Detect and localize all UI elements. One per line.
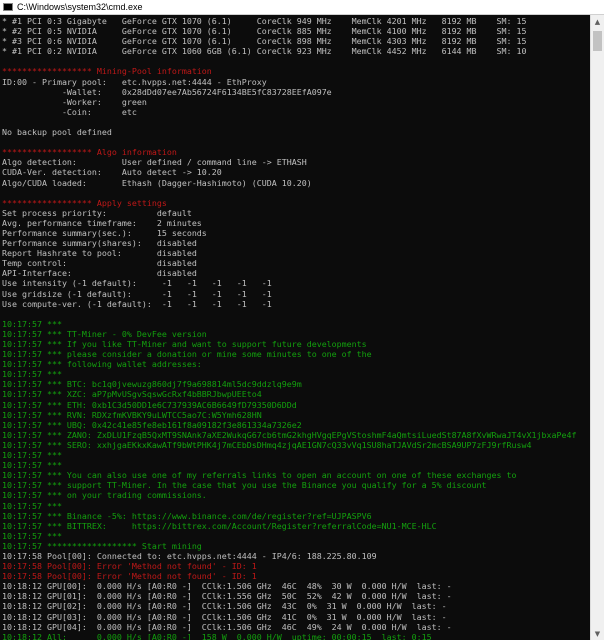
- console-line: 10:17:57 *** Binance -5%: https://www.bi…: [2, 510, 372, 521]
- console-line: 10:17:58 Pool[00]: Error 'Method not fou…: [2, 561, 257, 572]
- console-line: 10:17:57 *** ETH: 0xb1C3d50DD1e6C737939A…: [2, 399, 297, 410]
- window-title: C:\Windows\system32\cmd.exe: [17, 2, 143, 12]
- console-line: Avg. performance timeframe: 2 minutes: [2, 217, 202, 228]
- title-bar[interactable]: C:\Windows\system32\cmd.exe: [0, 0, 604, 15]
- console-line: 10:17:57 *** BITTREX: https://bittrex.co…: [2, 520, 437, 531]
- console-line: Algo detection: User defined / command l…: [2, 157, 307, 168]
- console-line: 10:18:12 All: 0.000 H/s [A0:R0 -] 158 W …: [2, 631, 432, 640]
- console-line: -Wallet: 0x28dDd07ee7Ab56724F6134BE5fC83…: [2, 86, 332, 97]
- console-line: 10:17:57 *** XZC: aP7pMvUSgvSqswGcRxf4bB…: [2, 389, 262, 400]
- console-line: 10:17:57 *** TT-Miner - 0% DevFee versio…: [2, 328, 207, 339]
- console-line: 10:17:57 *** on your trading commissions…: [2, 490, 207, 501]
- vertical-scrollbar[interactable]: ▲ ▼: [590, 15, 604, 640]
- console-line: * #1 PCI 0:2 NVIDIA GeForce GTX 1060 6GB…: [2, 46, 527, 57]
- console-line: Performance summary(shares): disabled: [2, 238, 197, 249]
- console-line: 10:17:57 ***: [2, 530, 62, 541]
- console-line: Temp control: disabled: [2, 258, 197, 269]
- console-line: 10:17:57 ***: [2, 369, 62, 380]
- console-line: * #3 PCI 0:6 NVIDIA GeForce GTX 1070 (6.…: [2, 36, 527, 47]
- console-line: 10:17:57 ***: [2, 460, 62, 471]
- scroll-thumb[interactable]: [593, 31, 602, 51]
- console-line: 10:18:12 GPU[03]: 0.000 H/s [A0:R0 -] CC…: [2, 611, 447, 622]
- console-line: 10:17:57 *** You can also use one of my …: [2, 470, 517, 481]
- console-line: Algo/CUDA loaded: Ethash (Dagger-Hashimo…: [2, 177, 312, 188]
- console-line: -Coin: etc: [2, 106, 137, 117]
- cmd-icon: [3, 3, 13, 11]
- console-line: 10:17:57 ***: [2, 450, 62, 461]
- console-line: ID:00 - Primary pool: etc.hvpps.net:4444…: [2, 76, 267, 87]
- console-line: 10:17:57 *** RVN: RDXzfmKVBKY9uLWTCC5ao7…: [2, 409, 262, 420]
- console-line: 10:17:57 ***: [2, 318, 62, 329]
- console-line: 10:17:57 *** SERO: xxhjgaEKkxKawATf9bWtP…: [2, 439, 532, 450]
- scroll-down-arrow-icon[interactable]: ▼: [591, 627, 604, 640]
- scroll-up-arrow-icon[interactable]: ▲: [591, 15, 604, 28]
- console-line: Use compute-ver. (-1 default): -1 -1 -1 …: [2, 298, 272, 309]
- console-line: Use intensity (-1 default): -1 -1 -1 -1 …: [2, 278, 272, 289]
- console-line: * #1 PCI 0:3 Gigabyte GeForce GTX 1070 (…: [2, 16, 527, 26]
- console-line: * #2 PCI 0:5 NVIDIA GeForce GTX 1070 (6.…: [2, 26, 527, 37]
- console-line: Use gridsize (-1 default): -1 -1 -1 -1 -…: [2, 288, 272, 299]
- console-line: ****************** Apply settings: [2, 197, 167, 208]
- console-line: 10:17:57 *** ZANO: ZxDLU1FzqB5QxMT9SNAnk…: [2, 429, 577, 440]
- console-line: 10:17:57 ***: [2, 500, 62, 511]
- cmd-window: C:\Windows\system32\cmd.exe * #1 PCI 0:3…: [0, 0, 604, 640]
- console-line: 10:18:12 GPU[00]: 0.000 H/s [A0:R0 -] CC…: [2, 581, 452, 592]
- console-line: 10:17:57 ****************** Start mining: [2, 540, 202, 551]
- console-line: 10:17:57 *** please consider a donation …: [2, 349, 372, 360]
- console-line: API-Interface: disabled: [2, 268, 197, 279]
- console-line: CUDA-Ver. detection: Auto detect -> 10.2…: [2, 167, 222, 178]
- console-line: 10:17:57 *** BTC: bc1q0jvewuzg860dj7f9a6…: [2, 379, 302, 390]
- console-line: 10:17:57 *** UBQ: 0x42c41e85fe8eb161f8a0…: [2, 419, 302, 430]
- console-line: 10:18:12 GPU[01]: 0.000 H/s [A0:R0 -] CC…: [2, 591, 452, 602]
- console-line: ****************** Mining-Pool informati…: [2, 66, 212, 77]
- console-line: 10:17:58 Pool[00]: Connected to: etc.hvp…: [2, 550, 377, 561]
- console-line: 10:17:57 *** If you like TT-Miner and wa…: [2, 339, 367, 349]
- console-line: 10:17:57 *** following wallet addresses:: [2, 359, 202, 370]
- console-line: Set process priority: default: [2, 207, 192, 218]
- console-line: 10:17:58 Pool[00]: Error 'Method not fou…: [2, 571, 257, 582]
- console-line: No backup pool defined: [2, 127, 112, 138]
- console-line: 10:18:12 GPU[02]: 0.000 H/s [A0:R0 -] CC…: [2, 601, 447, 612]
- console-line: ****************** Algo information: [2, 147, 177, 158]
- console-line: Report Hashrate to pool: disabled: [2, 248, 197, 259]
- console-line: Performance summary(sec.): 15 seconds: [2, 227, 207, 238]
- console-output[interactable]: * #1 PCI 0:3 Gigabyte GeForce GTX 1070 (…: [0, 15, 590, 640]
- console-line: 10:17:57 *** support TT-Miner. In the ca…: [2, 480, 487, 491]
- console-line: 10:18:12 GPU[04]: 0.000 H/s [A0:R0 -] CC…: [2, 621, 452, 632]
- console-line: -Worker: green: [2, 96, 147, 107]
